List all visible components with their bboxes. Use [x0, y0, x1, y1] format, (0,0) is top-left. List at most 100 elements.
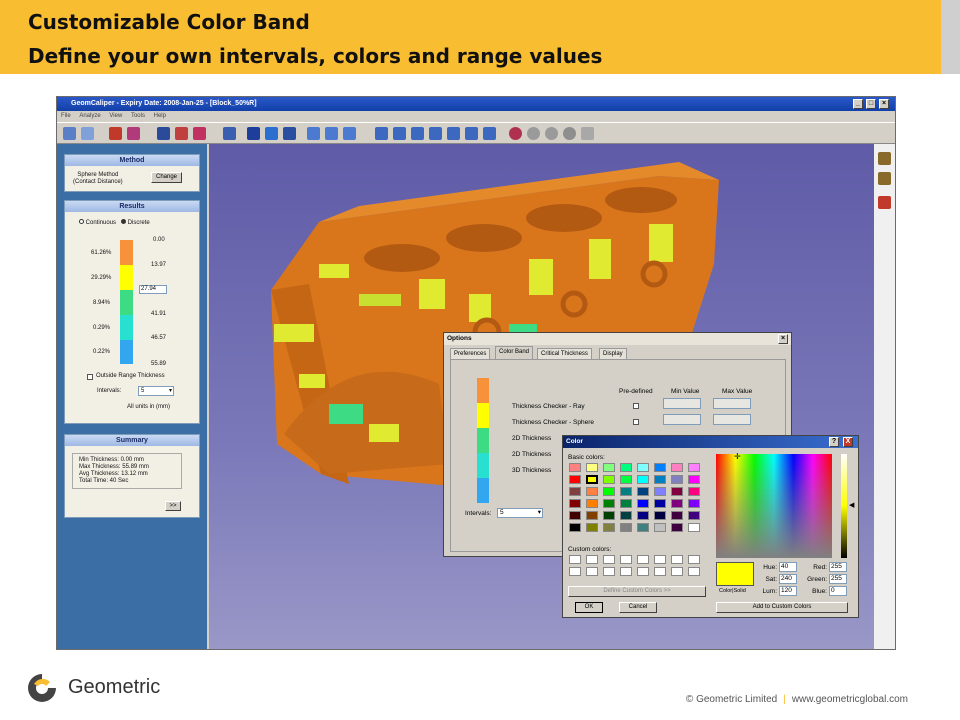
basic-color-swatch[interactable] — [637, 511, 649, 520]
luminance-slider[interactable] — [841, 454, 847, 558]
view-front-icon[interactable] — [375, 127, 388, 140]
basic-color-swatch[interactable] — [586, 499, 598, 508]
basic-color-swatch[interactable] — [569, 499, 581, 508]
zoom-icon[interactable] — [307, 127, 320, 140]
basic-color-swatch[interactable] — [620, 475, 632, 484]
custom-color-swatch[interactable] — [688, 555, 700, 564]
basic-color-swatch[interactable] — [603, 523, 615, 532]
custom-color-swatch[interactable] — [603, 567, 615, 576]
view-back-icon[interactable] — [393, 127, 406, 140]
discrete-radio[interactable] — [121, 219, 127, 224]
lum-input[interactable]: 120 — [779, 586, 797, 596]
menu-view[interactable]: View — [109, 113, 122, 119]
summary-more-button[interactable]: >> — [165, 501, 181, 511]
custom-color-swatch[interactable] — [654, 567, 666, 576]
tab-preferences[interactable]: Preferences — [450, 348, 491, 359]
sat-input[interactable]: 240 — [779, 574, 797, 584]
custom-color-swatch[interactable] — [671, 555, 683, 564]
basic-color-swatch[interactable] — [637, 499, 649, 508]
custom-color-swatch[interactable] — [586, 555, 598, 564]
basic-color-swatch[interactable] — [620, 523, 632, 532]
band-swatch[interactable] — [477, 403, 489, 428]
band-swatch[interactable] — [477, 478, 489, 503]
color-close-button[interactable]: X — [843, 437, 853, 447]
basic-color-swatch[interactable] — [620, 463, 632, 472]
outside-range-checkbox[interactable] — [87, 374, 93, 380]
basic-color-swatch[interactable] — [603, 463, 615, 472]
basic-color-swatch[interactable] — [688, 499, 700, 508]
basic-color-swatch[interactable] — [688, 475, 700, 484]
slice-icon[interactable] — [193, 127, 206, 140]
sphere-light-icon[interactable] — [545, 127, 558, 140]
settings-gray-icon[interactable] — [581, 127, 594, 140]
run-icon[interactable] — [109, 127, 122, 140]
basic-color-swatch[interactable] — [688, 511, 700, 520]
basic-color-swatch[interactable] — [569, 487, 581, 496]
help-button[interactable]: ? — [829, 437, 839, 447]
menu-analyze[interactable]: Analyze — [79, 113, 100, 119]
predefined-checkbox[interactable] — [633, 403, 639, 409]
basic-color-swatch[interactable] — [603, 487, 615, 496]
change-method-button[interactable]: Change — [151, 172, 182, 183]
basic-color-swatch[interactable] — [620, 487, 632, 496]
basic-color-swatch[interactable] — [637, 475, 649, 484]
basic-color-swatch[interactable] — [671, 523, 683, 532]
hue-input[interactable]: 40 — [779, 562, 797, 572]
pan-icon[interactable] — [283, 127, 296, 140]
website-link[interactable]: www.geometricglobal.com — [792, 694, 908, 705]
hammer-alt-icon[interactable] — [878, 172, 891, 185]
zoom-fit-icon[interactable] — [343, 127, 356, 140]
band-swatch[interactable] — [477, 378, 489, 403]
custom-color-swatch[interactable] — [637, 555, 649, 564]
custom-color-swatch[interactable] — [603, 555, 615, 564]
target-icon[interactable] — [509, 127, 522, 140]
basic-color-swatch[interactable] — [586, 523, 598, 532]
tab-color-band[interactable]: Color Band — [495, 346, 534, 359]
basic-color-swatch[interactable] — [688, 487, 700, 496]
basic-color-swatch[interactable] — [586, 487, 598, 496]
close-button[interactable]: × — [879, 99, 889, 109]
basic-color-swatch[interactable] — [671, 511, 683, 520]
basic-color-swatch[interactable] — [654, 499, 666, 508]
custom-color-swatch[interactable] — [569, 567, 581, 576]
basic-color-swatch[interactable] — [654, 475, 666, 484]
min-value-input[interactable] — [663, 414, 701, 425]
maximize-button[interactable]: □ — [866, 99, 876, 109]
intervals-select[interactable]: 5 ▾ — [138, 386, 174, 396]
predefined-checkbox[interactable] — [633, 419, 639, 425]
basic-color-swatch[interactable] — [603, 475, 615, 484]
min-value-input[interactable] — [663, 398, 701, 409]
custom-color-swatch[interactable] — [620, 555, 632, 564]
basic-color-swatch[interactable] — [671, 499, 683, 508]
hatch-icon[interactable] — [175, 127, 188, 140]
custom-color-swatch[interactable] — [671, 567, 683, 576]
custom-color-swatch[interactable] — [586, 567, 598, 576]
basic-color-swatch[interactable] — [671, 463, 683, 472]
shaded-view-icon[interactable] — [223, 127, 236, 140]
basic-color-swatch[interactable] — [603, 499, 615, 508]
basic-color-swatch[interactable] — [586, 475, 598, 484]
select-arrow-icon[interactable] — [247, 127, 260, 140]
view-iso-icon[interactable] — [483, 127, 496, 140]
basic-color-swatch[interactable] — [620, 499, 632, 508]
tab-display[interactable]: Display — [599, 348, 627, 359]
blue-input[interactable]: 0 — [829, 586, 847, 596]
rotate-icon[interactable] — [265, 127, 278, 140]
basic-color-swatch[interactable] — [671, 475, 683, 484]
hue-saturation-picker[interactable] — [716, 454, 832, 558]
slider-arrow-icon[interactable]: ◀ — [849, 501, 854, 509]
zoom-window-icon[interactable] — [325, 127, 338, 140]
add-to-custom-colors-button[interactable]: Add to Custom Colors — [716, 602, 848, 613]
custom-color-swatch[interactable] — [569, 555, 581, 564]
options-close-button[interactable]: × — [778, 334, 788, 344]
band-swatch[interactable] — [477, 428, 489, 453]
custom-color-swatch[interactable] — [654, 555, 666, 564]
basic-color-swatch[interactable] — [654, 523, 666, 532]
tab-critical-thickness[interactable]: Critical Thickness — [537, 348, 592, 359]
basic-color-swatch[interactable] — [603, 511, 615, 520]
define-custom-colors-button[interactable]: Define Custom Colors >> — [568, 586, 706, 597]
view-top-icon[interactable] — [447, 127, 460, 140]
probe-icon[interactable] — [878, 196, 891, 209]
basic-color-swatch[interactable] — [637, 523, 649, 532]
options-intervals-select[interactable]: 5 ▾ — [497, 508, 543, 518]
